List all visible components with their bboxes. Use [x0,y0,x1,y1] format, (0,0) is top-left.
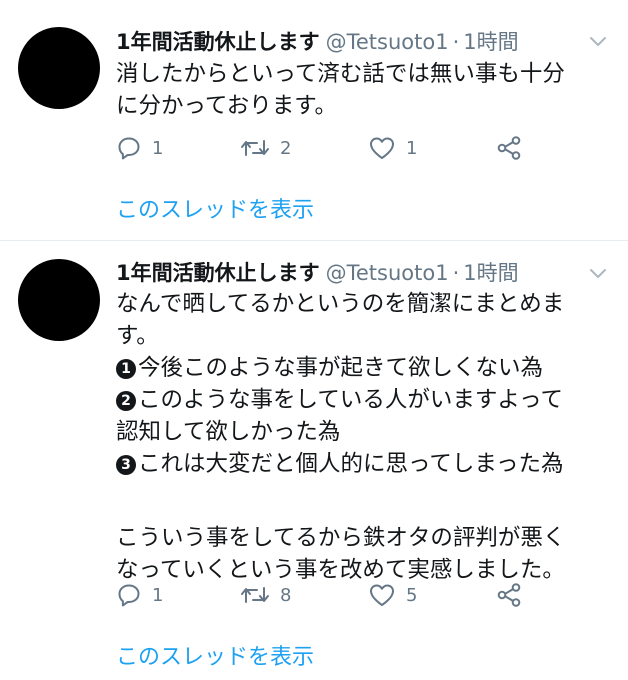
heart-icon [370,137,394,159]
number-marker: 2 [116,391,136,411]
separator-dot: · [452,261,460,285]
share-icon [497,583,521,607]
user-handle[interactable]: @Tetsuoto1 [326,261,449,285]
retweet-icon [241,587,269,603]
tweet-text-line: に分かっております。 [116,93,337,119]
numbered-item-text: 今後このような事が起きて欲しくない為 [138,355,544,381]
action-bar: 1 2 1 [116,134,536,162]
avatar[interactable] [18,259,100,341]
retweet-count: 2 [280,137,292,159]
separator-dot: · [452,30,460,54]
number-marker: 1 [116,359,136,379]
tweet[interactable]: 1年間活動休止します @Tetsuoto1 · 1時間 なんで晒してるかというのを簡潔… [0,241,628,680]
share-button[interactable] [496,134,522,162]
like-count: 1 [406,137,418,159]
timestamp[interactable]: 1時間 [463,30,518,54]
reply-count: 1 [152,137,164,159]
tweet-text-line: なんで晒してるかというのを簡潔にまとめま [116,291,565,317]
tweet-text-line: す。 [116,323,159,349]
tweet[interactable]: 1年間活動休止します @Tetsuoto1 · 1時間 消したからといって済む話では無… [0,0,628,240]
show-thread-link[interactable]: このスレッドを表示 [116,192,314,224]
tweet-text: なんで晒してるかというのを簡潔にまとめま す。 1 今後このような事が起きて欲しく… [116,288,614,586]
retweet-count: 8 [280,584,292,606]
reply-button[interactable]: 1 [116,134,163,162]
reply-button[interactable]: 1 [116,581,163,609]
timestamp[interactable]: 1時間 [463,261,518,285]
tweet-header: 1年間活動休止します @Tetsuoto1 · 1時間 [116,27,608,57]
show-thread-link[interactable]: このスレッドを表示 [116,639,314,671]
retweet-icon [241,140,269,156]
heart-icon [370,584,394,606]
numbered-item: 3 これは大変だと個人的に思ってしまった為 [116,448,614,480]
tweet-text: 消したからといって済む話では無い事も十分 に分かっております。 [116,58,614,122]
retweet-button[interactable]: 8 [240,581,291,609]
reply-count: 1 [152,584,164,606]
chevron-down-icon[interactable] [588,34,608,50]
tweet-header: 1年間活動休止します @Tetsuoto1 · 1時間 [116,258,608,288]
tweet-text-line: 認知して欲しかった為 [116,419,341,445]
reply-icon [118,584,140,607]
numbered-item-text: これは大変だと個人的に思ってしまった為 [138,451,564,477]
number-marker: 3 [116,455,136,475]
numbered-item: 1 今後このような事が起きて欲しくない為 [116,352,614,384]
tweet-text-line: 消したからといって済む話では無い事も十分 [116,61,565,87]
avatar[interactable] [18,27,100,109]
like-count: 5 [406,584,418,606]
retweet-button[interactable]: 2 [240,134,291,162]
tweet-text-line: こういう事をしてるから鉄オタの評判が悪く [116,525,566,551]
share-button[interactable] [496,581,522,609]
numbered-item-text: このような事をしている人がいますよって [138,387,564,413]
display-name[interactable]: 1年間活動休止します [116,261,320,285]
display-name[interactable]: 1年間活動休止します [116,30,320,54]
action-bar: 1 8 5 [116,581,536,609]
like-button[interactable]: 5 [368,581,417,609]
chevron-down-icon[interactable] [588,266,608,282]
numbered-item: 2 このような事をしている人がいますよって [116,384,614,416]
user-handle[interactable]: @Tetsuoto1 [326,30,449,54]
like-button[interactable]: 1 [368,134,417,162]
share-icon [497,136,521,160]
reply-icon [118,137,140,160]
